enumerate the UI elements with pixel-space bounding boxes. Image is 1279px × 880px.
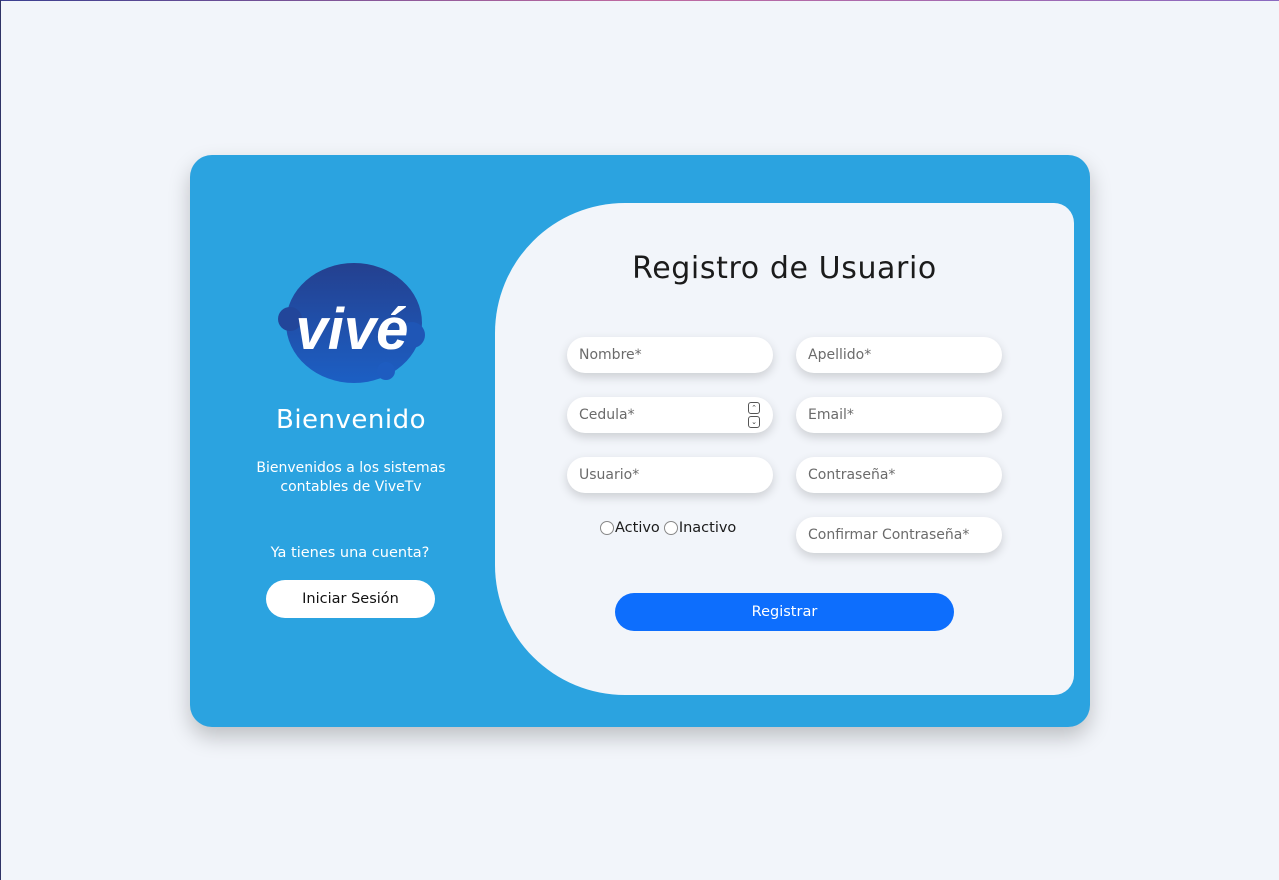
inactivo-radio[interactable]: [663, 521, 678, 535]
vive-logo: vivé: [278, 263, 425, 383]
account-question: Ya tienes una cuenta?: [270, 545, 430, 561]
form-title: Registro de Usuario: [632, 251, 937, 286]
svg-text:vivé: vivé: [296, 297, 409, 362]
confirmar-contrasena-input[interactable]: [796, 517, 1002, 553]
email-input[interactable]: [796, 397, 1002, 433]
register-button[interactable]: Registrar: [615, 593, 954, 631]
cedula-input[interactable]: [567, 397, 773, 433]
welcome-title: Bienvenido: [275, 405, 427, 435]
usuario-input[interactable]: [567, 457, 773, 493]
cedula-stepper[interactable]: ⌃ ⌄: [748, 402, 760, 428]
window-left-edge: [0, 0, 1, 880]
stepper-up-icon[interactable]: ⌃: [748, 402, 760, 414]
welcome-panel: vivé Bienvenido Bienvenidos a los sistem…: [190, 155, 510, 727]
activo-label: Activo: [615, 520, 660, 536]
contrasena-input[interactable]: [796, 457, 1002, 493]
welcome-description: Bienvenidos a los sistemas contables de …: [256, 460, 446, 495]
inactivo-label: Inactivo: [678, 520, 737, 536]
activo-radio[interactable]: [600, 521, 614, 535]
apellido-input[interactable]: [796, 337, 1002, 373]
stepper-down-icon[interactable]: ⌄: [748, 416, 760, 428]
status-radio-group: Activo Inactivo: [600, 520, 736, 536]
nombre-input[interactable]: [567, 337, 773, 373]
registration-card: vivé Bienvenido Bienvenidos a los sistem…: [190, 155, 1090, 727]
login-button[interactable]: Iniciar Sesión: [266, 580, 435, 618]
registration-form-panel: Registro de Usuario ⌃ ⌄ Activo Inactivo …: [495, 203, 1074, 695]
top-accent-line: [0, 0, 1279, 1]
